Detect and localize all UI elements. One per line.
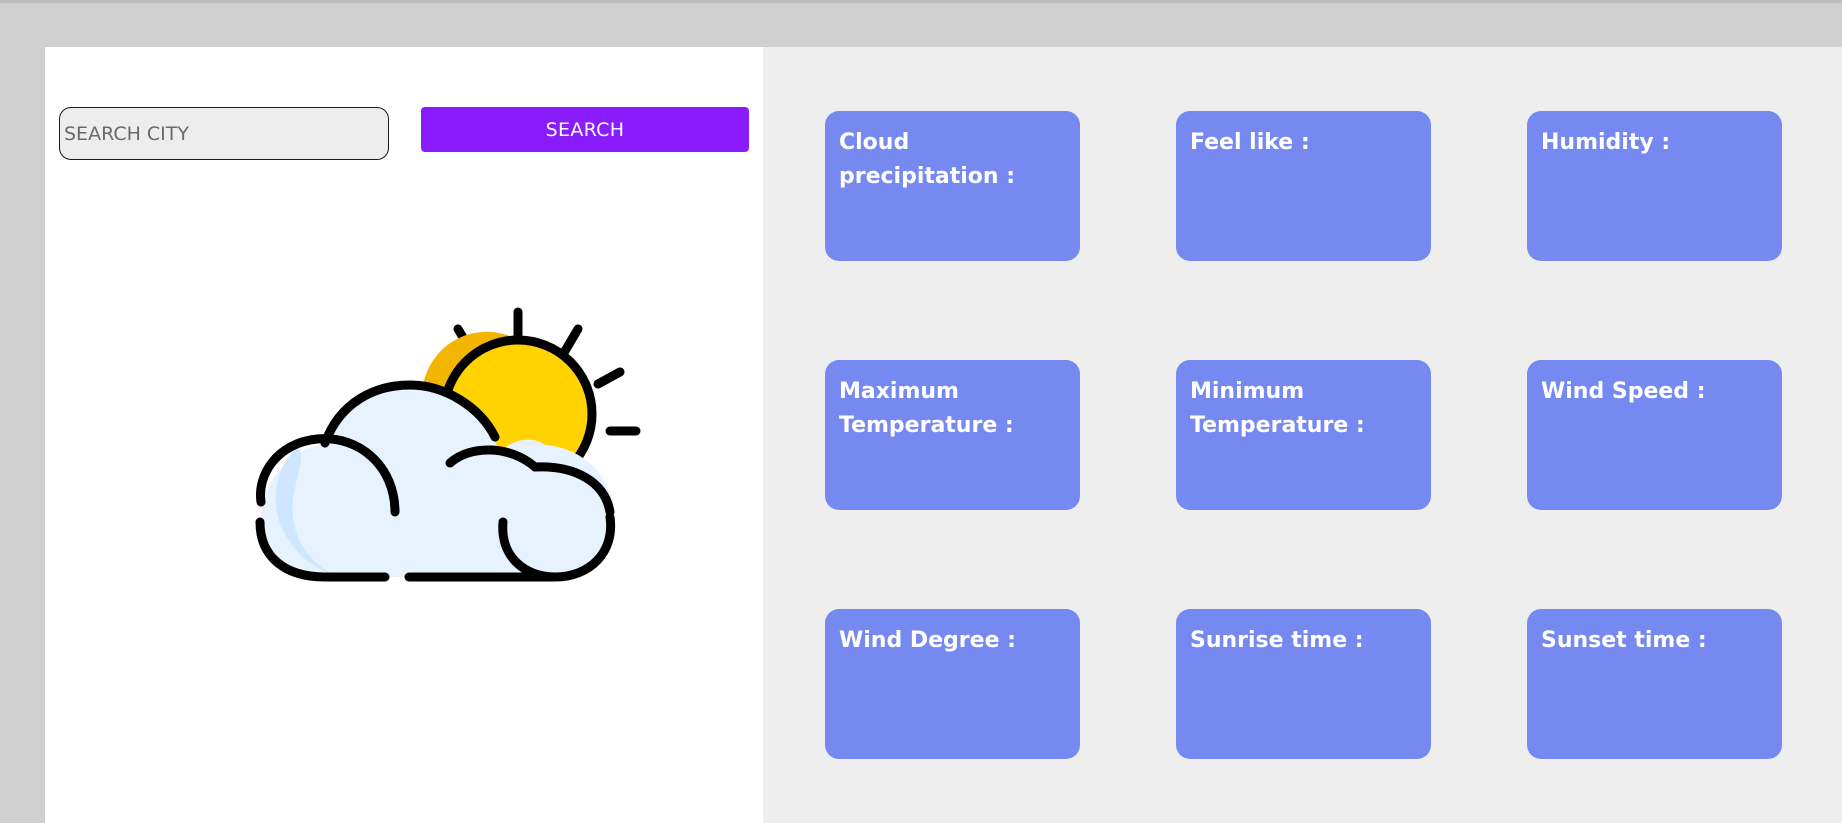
cloud-precipitation-card: Cloud precipitation : — [825, 111, 1080, 261]
sunrise-time-card: Sunrise time : — [1176, 609, 1431, 759]
search-button[interactable]: SEARCH — [421, 107, 749, 152]
weather-stats-grid: Cloud precipitation : Feel like : Humidi… — [825, 111, 1782, 759]
search-panel: SEARCH — [45, 47, 763, 823]
max-temperature-card: Maximum Temperature : — [825, 360, 1080, 510]
min-temperature-card: Minimum Temperature : — [1176, 360, 1431, 510]
humidity-card: Humidity : — [1527, 111, 1782, 261]
wind-speed-card: Wind Speed : — [1527, 360, 1782, 510]
sunset-time-card: Sunset time : — [1527, 609, 1782, 759]
window-top-border — [0, 0, 1842, 3]
feels-like-card: Feel like : — [1176, 111, 1431, 261]
wind-degree-card: Wind Degree : — [825, 609, 1080, 759]
partly-cloudy-icon — [245, 297, 655, 597]
search-city-input[interactable] — [59, 107, 389, 160]
weather-app: SEARCH CITY SEARCH Cloud precipitation:… — [45, 47, 1842, 823]
weather-details-panel: Cloud precipitation : Feel like : Humidi… — [763, 47, 1842, 823]
